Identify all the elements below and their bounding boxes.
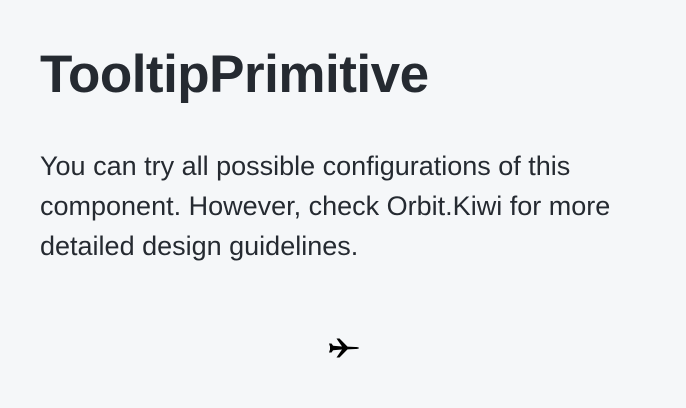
- tooltip-trigger[interactable]: [328, 334, 360, 362]
- story-page: TooltipPrimitive You can try all possibl…: [0, 0, 686, 408]
- airplane-icon: [329, 338, 359, 358]
- page-description: You can try all possible configurations …: [40, 151, 611, 261]
- page-title: TooltipPrimitive: [40, 45, 429, 104]
